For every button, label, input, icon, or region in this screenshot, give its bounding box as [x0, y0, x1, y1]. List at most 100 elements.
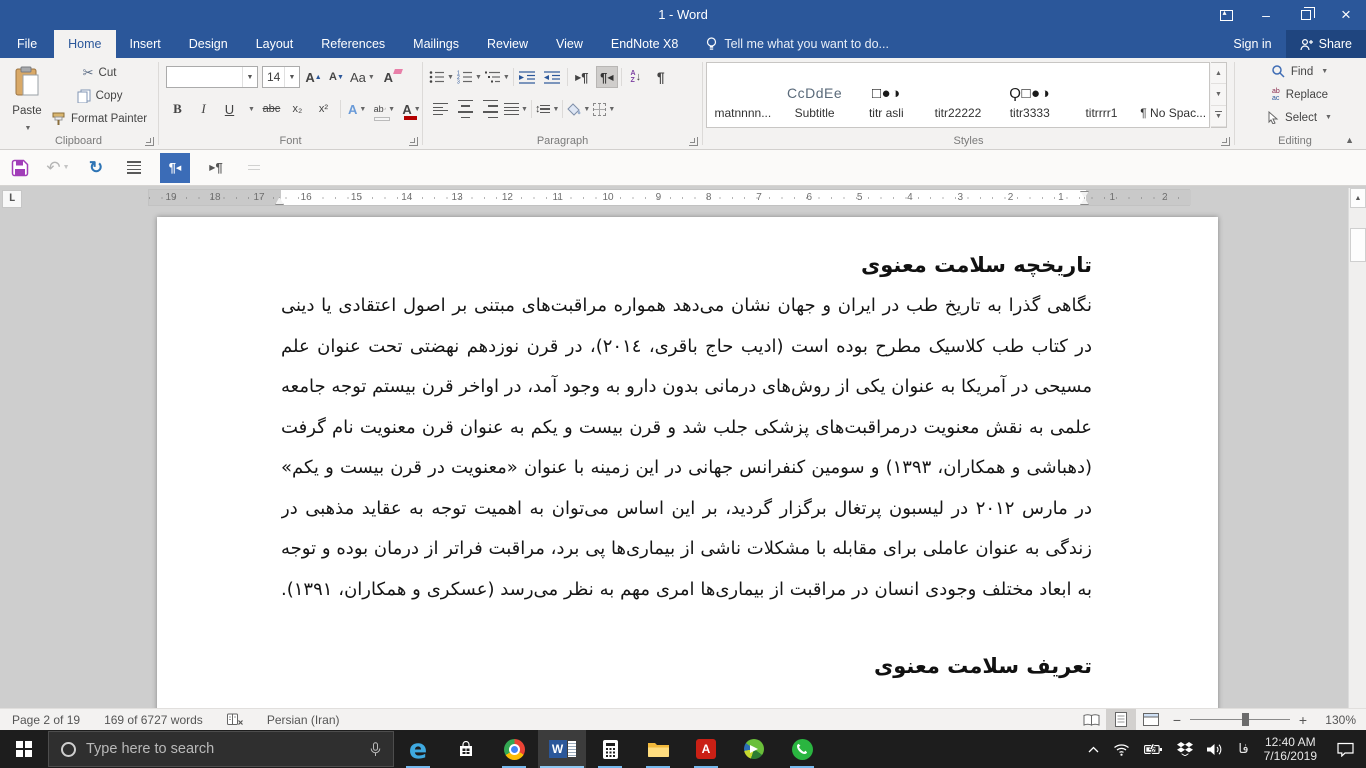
decrease-indent-button[interactable] — [517, 66, 539, 88]
minimize-button[interactable]: – — [1246, 0, 1286, 30]
tab-review[interactable]: Review — [473, 30, 542, 58]
qat-justify-button[interactable] — [122, 154, 146, 182]
taskbar-acrobat-button[interactable]: A — [682, 730, 730, 768]
collapse-ribbon-button[interactable]: ▲ — [1345, 135, 1354, 145]
styles-scroll-up-button[interactable]: ▲ — [1211, 63, 1226, 85]
taskbar-store-button[interactable] — [442, 730, 490, 768]
font-color-button[interactable]: A ▼ — [402, 99, 421, 120]
sign-in-button[interactable]: Sign in — [1219, 30, 1285, 58]
font-name-combo[interactable]: ▼ — [166, 66, 258, 88]
share-button[interactable]: Share — [1285, 30, 1366, 58]
style-item[interactable]: ¶ No Spac... — [1137, 63, 1209, 127]
taskbar-idm-button[interactable] — [730, 730, 778, 768]
vertical-scrollbar[interactable]: ▲ — [1348, 188, 1366, 708]
style-item[interactable]: matnnnn... — [707, 63, 779, 127]
close-button[interactable]: × — [1326, 0, 1366, 30]
style-item[interactable]: titrrrr1 — [1066, 63, 1138, 127]
bold-button[interactable]: B — [168, 99, 187, 120]
taskbar-search-box[interactable]: Type here to search — [48, 731, 394, 767]
volume-tray-button[interactable] — [1200, 743, 1231, 756]
taskbar-explorer-button[interactable] — [634, 730, 682, 768]
numbering-button[interactable]: 123 ▼ — [457, 66, 482, 88]
horizontal-ruler[interactable]: 19 18 17 16 15 14 13 12 11 10 9 8 7 6 5 4 3 2 1 12 — [148, 189, 1191, 206]
underline-button[interactable]: U — [220, 99, 239, 120]
tab-stop-selector[interactable]: L — [2, 190, 22, 208]
battery-tray-button[interactable] — [1137, 743, 1170, 755]
align-right-button[interactable] — [479, 98, 501, 120]
dropbox-tray-button[interactable] — [1170, 742, 1200, 756]
ribbon-display-options-button[interactable] — [1206, 0, 1246, 30]
word-count[interactable]: 169 of 6727 words — [92, 709, 215, 730]
shading-button[interactable]: ▼ — [566, 98, 590, 120]
tab-view[interactable]: View — [542, 30, 597, 58]
tab-layout[interactable]: Layout — [242, 30, 308, 58]
style-item[interactable]: CcDdEe Subtitle — [779, 63, 851, 127]
ltr-direction-button[interactable]: ▶ ¶ — [571, 66, 593, 88]
clear-formatting-button[interactable]: A — [379, 67, 403, 88]
taskbar-whatsapp-button[interactable] — [778, 730, 826, 768]
select-button[interactable]: Select ▼ — [1246, 108, 1354, 127]
taskbar-chrome-button[interactable] — [490, 730, 538, 768]
styles-scroll-down-button[interactable]: ▼ — [1211, 84, 1226, 106]
proofing-status[interactable] — [215, 709, 255, 730]
superscript-button[interactable]: x² — [314, 99, 333, 120]
replace-button[interactable]: ab ac Replace — [1246, 85, 1354, 104]
redo-button[interactable]: ↻ — [84, 154, 108, 182]
zoom-in-button[interactable]: + — [1292, 712, 1314, 728]
action-center-button[interactable] — [1325, 742, 1366, 757]
clipboard-dialog-launcher[interactable] — [145, 137, 154, 146]
borders-button[interactable]: ▼ — [593, 98, 615, 120]
bullets-button[interactable]: ▼ — [429, 66, 454, 88]
paragraph-dialog-launcher[interactable] — [689, 137, 698, 146]
taskbar-calculator-button[interactable] — [586, 730, 634, 768]
taskbar-edge-button[interactable]: e — [394, 730, 442, 768]
zoom-out-button[interactable]: − — [1166, 712, 1188, 728]
tab-design[interactable]: Design — [175, 30, 242, 58]
highlight-button[interactable]: ab ▼ — [373, 99, 395, 121]
style-item[interactable]: □●◑ titr asli — [850, 63, 922, 127]
style-item[interactable]: titr22222 — [922, 63, 994, 127]
tab-references[interactable]: References — [307, 30, 399, 58]
scrollbar-up-arrow[interactable]: ▲ — [1350, 188, 1366, 208]
change-case-button[interactable]: Aa ▼ — [350, 67, 375, 88]
zoom-level[interactable]: 130% — [1314, 713, 1360, 727]
web-layout-button[interactable] — [1136, 709, 1166, 730]
qat-rtl-direction-button[interactable]: ¶ ◀ — [160, 152, 190, 183]
italic-button[interactable]: I — [194, 99, 213, 120]
microphone-icon[interactable] — [370, 741, 381, 757]
align-center-button[interactable] — [454, 98, 476, 120]
align-left-button[interactable] — [429, 98, 451, 120]
grow-font-button[interactable]: A ▲ — [304, 67, 323, 88]
tray-clock[interactable]: 12:40 AM 7/16/2019 — [1256, 735, 1325, 763]
line-spacing-button[interactable]: ↕ ▼ — [535, 98, 559, 120]
font-size-combo[interactable]: 14 ▼ — [262, 66, 300, 88]
find-button[interactable]: Find ▼ — [1246, 62, 1354, 81]
tab-mailings[interactable]: Mailings — [399, 30, 473, 58]
tray-expand-chevron[interactable] — [1081, 746, 1106, 753]
scrollbar-thumb[interactable] — [1350, 228, 1366, 262]
document-page[interactable]: تاریخچه سلامت معنوی نگاهی گذرا به تاریخ … — [157, 217, 1218, 708]
increase-indent-button[interactable] — [542, 66, 564, 88]
qat-ltr-direction-button[interactable]: ▶ ¶ — [204, 154, 228, 182]
cut-button[interactable]: ✂ Cut — [52, 64, 147, 81]
print-layout-button[interactable] — [1106, 709, 1136, 730]
subscript-button[interactable]: x₂ — [288, 99, 307, 120]
wifi-tray-button[interactable] — [1106, 743, 1137, 756]
text-effects-button[interactable]: A ▼ — [348, 99, 367, 120]
justify-button[interactable]: ▼ — [504, 98, 528, 120]
style-item[interactable]: Ϙ□●◑ titr3333 — [994, 63, 1066, 127]
strikethrough-button[interactable]: abc — [262, 99, 281, 120]
tell-me-box[interactable]: Tell me what you want to do... — [706, 30, 889, 58]
styles-dialog-launcher[interactable] — [1221, 137, 1230, 146]
show-marks-button[interactable]: ¶ — [650, 66, 672, 88]
sort-button[interactable]: A Z ↓ — [625, 66, 647, 88]
copy-button[interactable]: Copy — [52, 87, 147, 104]
rtl-direction-button[interactable]: ¶ ◀ — [595, 66, 618, 88]
underline-dropdown-arrow[interactable]: ▼ — [248, 106, 255, 113]
font-size-dropdown-arrow[interactable]: ▼ — [284, 67, 299, 87]
styles-gallery-more-button[interactable]: ▼ — [1211, 106, 1226, 127]
tab-file[interactable]: File — [0, 30, 54, 58]
font-name-dropdown-arrow[interactable]: ▼ — [242, 67, 257, 87]
paste-dropdown-arrow[interactable]: ▼ — [25, 125, 32, 132]
paste-button[interactable]: Paste ▼ — [6, 63, 48, 135]
